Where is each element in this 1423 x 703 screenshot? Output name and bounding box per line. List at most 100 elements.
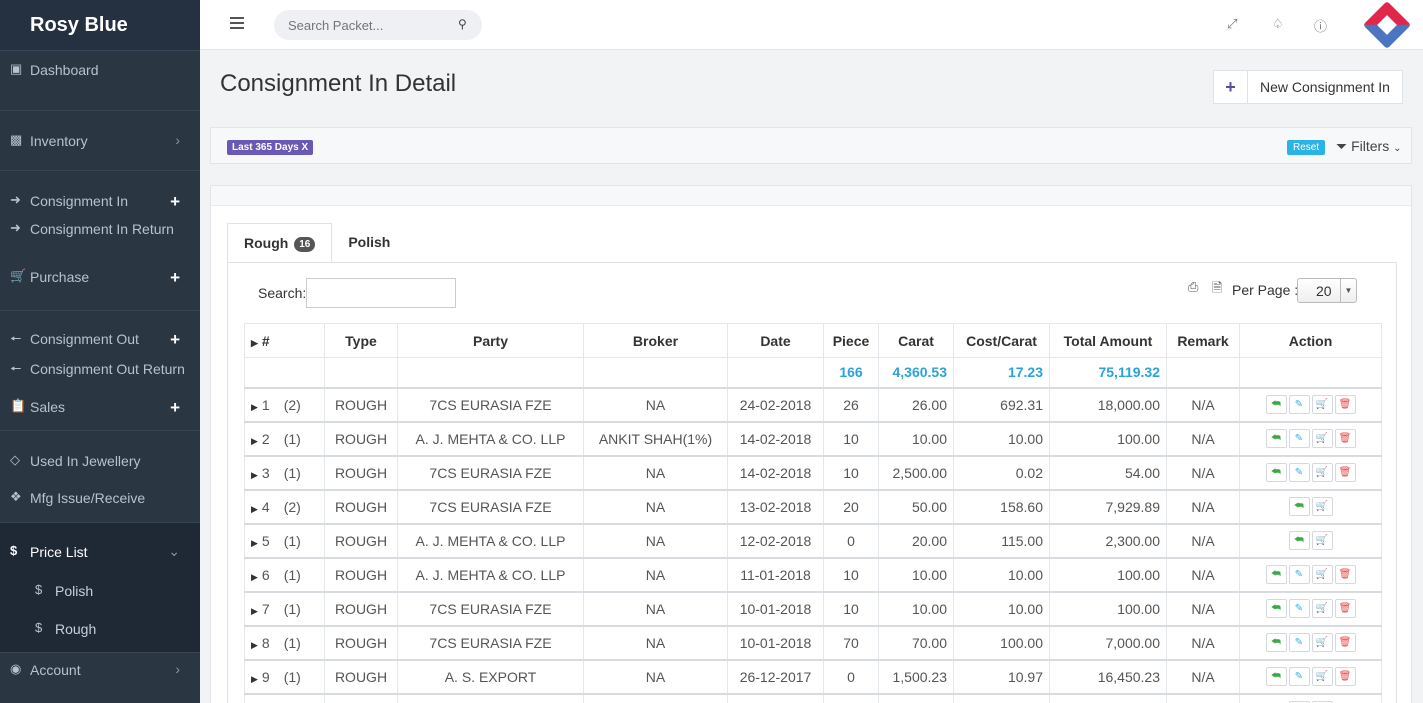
cell-number[interactable]: ▶ 2 (1)	[244, 420, 325, 456]
table-row: ▶ 2 (1) ROUGH A. J. MEHTA & CO. LLP ANKIT SHA…	[244, 420, 1382, 456]
expand-icon[interactable]: ▶	[251, 538, 258, 548]
sidebar-item-used-in-jewellery[interactable]: ◇ Used In Jewellery	[0, 430, 200, 482]
cart-button[interactable]: 🛒	[1311, 667, 1333, 686]
cell-remark: N/A	[1166, 556, 1240, 592]
add-icon[interactable]: +	[170, 330, 180, 350]
edit-button[interactable]: ✎	[1288, 633, 1310, 652]
cart-button[interactable]: 🛒	[1311, 531, 1333, 550]
column-header-party[interactable]: Party	[397, 323, 584, 358]
expand-icon[interactable]: ▶	[251, 504, 258, 514]
return-button[interactable]: ⮪	[1265, 429, 1287, 448]
sidebar-item-account[interactable]: ◉ Account ›	[0, 652, 200, 702]
return-button[interactable]: ⮪	[1288, 497, 1310, 516]
new-consignment-in-button[interactable]: + New Consignment In	[1213, 70, 1403, 104]
per-page-select[interactable]: 20 ▼	[1297, 278, 1357, 303]
add-icon[interactable]: +	[170, 398, 180, 418]
cart-button[interactable]: 🛒	[1311, 565, 1333, 584]
cell-number[interactable]: ▶ 9 (1)	[244, 658, 325, 694]
return-button[interactable]: ⮪	[1265, 599, 1287, 618]
sidebar-item-purchase[interactable]: 🛒 Purchase +	[0, 268, 200, 302]
expand-icon[interactable]: ▶	[251, 572, 258, 582]
edit-button[interactable]: ✎	[1288, 395, 1310, 414]
cell-number[interactable]: ▶ 3 (1)	[244, 454, 325, 490]
expand-icon[interactable]: ▶	[251, 470, 258, 480]
cart-button[interactable]: 🛒	[1311, 463, 1333, 482]
date-filter-badge[interactable]: Last 365 Days X	[227, 140, 314, 155]
search-icon[interactable]: ⚲	[458, 17, 467, 31]
expand-icon[interactable]: ▶	[251, 402, 258, 412]
menu-toggle-icon[interactable]	[230, 17, 244, 32]
cell-number[interactable]: ▶ 6 (1)	[244, 556, 325, 592]
expand-icon[interactable]: ▶	[251, 436, 258, 446]
tab-polish[interactable]: Polish	[332, 223, 406, 263]
cart-button[interactable]: 🛒	[1311, 497, 1333, 516]
bell-icon[interactable]: ♤	[1272, 16, 1284, 32]
cell-number[interactable]: ▶ 5 (1)	[244, 522, 325, 558]
cell-number[interactable]: ▶ 1 (2)	[244, 386, 325, 422]
delete-button[interactable]: 🗑	[1334, 667, 1356, 686]
cell-number[interactable]: ▶ 8 (1)	[244, 624, 325, 660]
delete-button[interactable]: 🗑	[1334, 633, 1356, 652]
edit-button[interactable]: ✎	[1288, 429, 1310, 448]
tab-rough[interactable]: Rough 16	[227, 223, 333, 263]
cell-cost-carat: 10.00	[953, 556, 1050, 592]
return-button[interactable]: ⮪	[1265, 633, 1287, 652]
filters-dropdown[interactable]: ⏷ Filters ⌄	[1336, 138, 1402, 155]
add-icon[interactable]: +	[170, 268, 180, 288]
cart-button[interactable]: 🛒	[1311, 429, 1333, 448]
sidebar-item-mfg-issue-receive[interactable]: ❖ Mfg Issue/Receive	[0, 482, 200, 520]
expand-icon[interactable]: ▶	[251, 674, 258, 684]
return-button[interactable]: ⮪	[1265, 565, 1287, 584]
sidebar-item-polish[interactable]: $ Polish	[0, 574, 200, 612]
sidebar-item-consignment-in[interactable]: ➜ Consignment In +	[0, 170, 200, 212]
column-header-carat[interactable]: Carat	[878, 323, 954, 358]
edit-button[interactable]: ✎	[1288, 463, 1310, 482]
cell-number[interactable]: ▶10(1)	[244, 692, 325, 703]
cart-button[interactable]: 🛒	[1311, 395, 1333, 414]
column-header-type[interactable]: Type	[324, 323, 398, 358]
return-button[interactable]: ⮪	[1265, 667, 1287, 686]
expand-icon[interactable]: ▶	[251, 640, 258, 650]
sidebar-item-dashboard[interactable]: ▣ Dashboard	[0, 50, 200, 86]
delete-button[interactable]: 🗑	[1334, 463, 1356, 482]
edit-button[interactable]: ✎	[1288, 667, 1310, 686]
help-icon[interactable]: ⓘ	[1314, 16, 1327, 35]
sidebar-item-rough[interactable]: $ Rough	[0, 612, 200, 652]
column-header-cost-carat[interactable]: Cost/Carat	[953, 323, 1050, 358]
cell-total-amount: 100.00	[1049, 590, 1167, 626]
user-avatar-logo[interactable]	[1362, 0, 1412, 50]
sidebar-item-consignment-out-return[interactable]: 🠔 Consignment Out Return	[0, 352, 200, 390]
sidebar-item-price-list[interactable]: $ Price List ⌄	[0, 522, 200, 574]
column-header-number[interactable]: ▶ #	[244, 323, 325, 358]
sidebar-item-consignment-in-return[interactable]: ➜ Consignment In Return	[0, 210, 200, 268]
column-header-piece[interactable]: Piece	[823, 323, 879, 358]
print-icon[interactable]: ⎙	[1188, 279, 1198, 295]
fullscreen-icon[interactable]: ⤢	[1227, 16, 1237, 32]
add-icon[interactable]: +	[170, 192, 180, 212]
excel-export-icon[interactable]: 🗎	[1212, 279, 1222, 301]
column-header-remark[interactable]: Remark	[1166, 323, 1240, 358]
table-search-input[interactable]	[306, 278, 456, 308]
sidebar-item-inventory[interactable]: ▩ Inventory ›	[0, 110, 200, 170]
column-header-date[interactable]: Date	[727, 323, 824, 358]
sidebar-item-consignment-out[interactable]: 🠔 Consignment Out +	[0, 310, 200, 352]
edit-button[interactable]: ✎	[1288, 565, 1310, 584]
cell-number[interactable]: ▶ 4 (2)	[244, 488, 325, 524]
column-header-broker[interactable]: Broker	[583, 323, 728, 358]
cell-number[interactable]: ▶ 7 (1)	[244, 590, 325, 626]
delete-button[interactable]: 🗑	[1334, 565, 1356, 584]
delete-button[interactable]: 🗑	[1334, 599, 1356, 618]
delete-button[interactable]: 🗑	[1334, 429, 1356, 448]
delete-button[interactable]: 🗑	[1334, 395, 1356, 414]
search-packet-input[interactable]	[274, 10, 482, 40]
column-header-total-amount[interactable]: Total Amount	[1049, 323, 1167, 358]
expand-icon[interactable]: ▶	[251, 606, 258, 616]
return-button[interactable]: ⮪	[1265, 463, 1287, 482]
edit-button[interactable]: ✎	[1288, 599, 1310, 618]
cart-button[interactable]: 🛒	[1311, 633, 1333, 652]
sidebar-item-sales[interactable]: 📋 Sales +	[0, 390, 200, 428]
return-button[interactable]: ⮪	[1288, 531, 1310, 550]
return-button[interactable]: ⮪	[1265, 395, 1287, 414]
reset-button[interactable]: Reset	[1287, 140, 1326, 155]
cart-button[interactable]: 🛒	[1311, 599, 1333, 618]
